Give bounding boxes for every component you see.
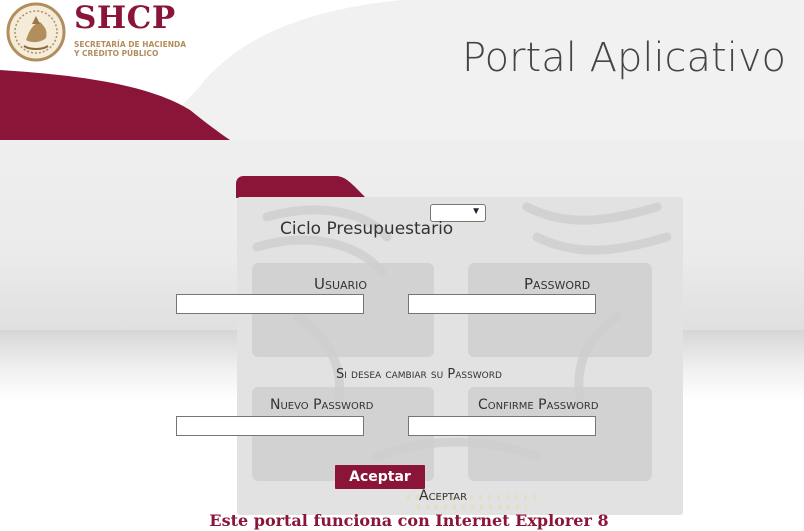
nuevo-password-input[interactable] [176,416,364,436]
login-panel [237,197,683,515]
page-title: Portal Aplicativo [461,35,786,81]
change-password-label: Si desea cambiar su Password [336,367,502,382]
password-input[interactable] [408,294,596,314]
confirme-password-input[interactable] [408,416,596,436]
confirme-password-label: Confirme Password [478,397,599,413]
logo-subtitle: SECRETARÍA DE HACIENDA Y CRÉDITO PÚBLICO [74,40,186,58]
aceptar-caption: Aceptar [419,488,468,504]
logo-title: SHCP [74,0,176,36]
chevron-down-icon: ▼ [471,206,481,217]
mexican-coat-of-arms-icon [6,2,66,62]
logo-subtitle-line1: SECRETARÍA DE HACIENDA [74,40,187,49]
logo-subtitle-line2: Y CRÉDITO PÚBLICO [74,49,159,58]
panel-tab [236,176,366,198]
aceptar-button[interactable]: Aceptar [335,465,425,489]
browser-notice: Este portal funciona con Internet Explor… [209,511,609,530]
nuevo-password-label: Nuevo Password [270,397,374,413]
ciclo-label: Ciclo Presupuestario [280,219,454,239]
password-label: Password [524,275,591,293]
usuario-label: Usuario [314,275,368,293]
usuario-input[interactable] [176,294,364,314]
